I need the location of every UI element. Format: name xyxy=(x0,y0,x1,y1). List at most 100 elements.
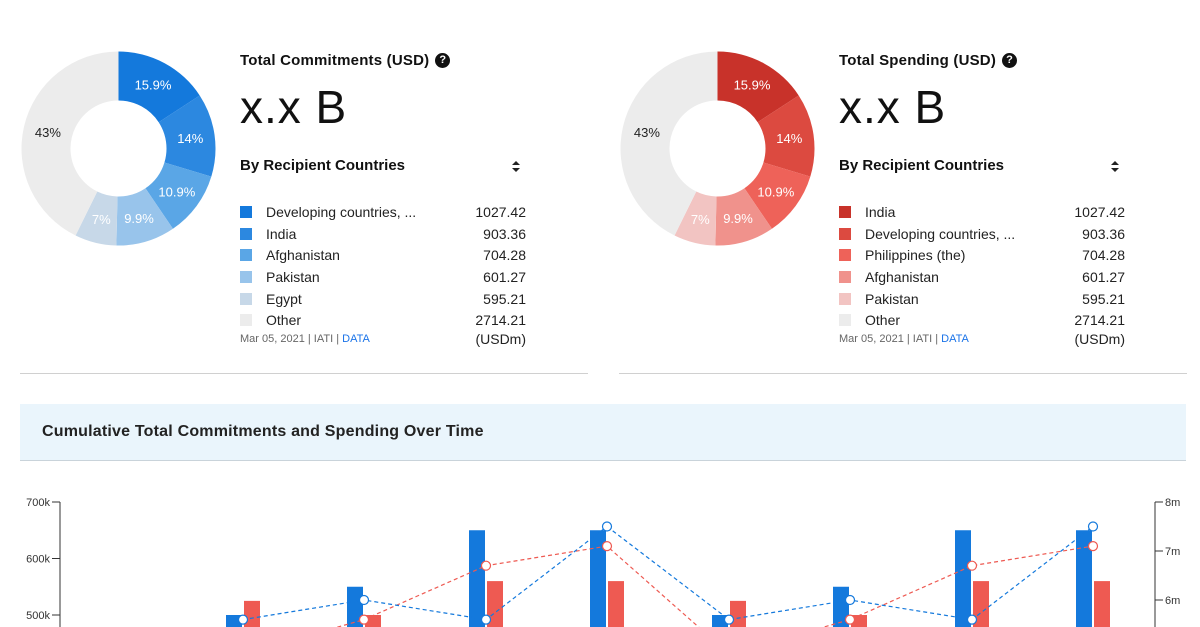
line-point[interactable] xyxy=(601,521,613,532)
left-axis-tick-label: 700k xyxy=(26,497,50,509)
commitments-donut-chart[interactable]: 15.9% 14% 10.9% 9.9% 7% 43% xyxy=(20,50,217,247)
spending-panel: 15.9% 14% 10.9% 9.9% 7% 43% Total Spending (U… xyxy=(619,0,1187,374)
legend-value: 903.36 xyxy=(483,225,526,242)
commitments-bar[interactable] xyxy=(955,530,971,627)
timeline-chart: 500k 600k 700k 6m 7m 8m xyxy=(26,497,1180,627)
legend-item[interactable]: Pakistan 595.21 xyxy=(839,288,1125,310)
source-text: Mar 05, 2021 | IATI | xyxy=(839,333,942,345)
data-link[interactable]: DATA xyxy=(941,333,969,345)
donut-slice-label: 14% xyxy=(776,131,802,146)
commitments-title: Total Commitments (USD) ? xyxy=(240,52,451,69)
legend-country-name: Afghanistan xyxy=(266,247,340,264)
legend-swatch xyxy=(240,205,252,218)
legend-swatch xyxy=(240,249,252,262)
commitments-units: (USDm) xyxy=(475,331,526,347)
legend-swatch xyxy=(839,314,851,327)
legend-value: 595.21 xyxy=(1082,290,1125,307)
legend-item[interactable]: Developing countries, ... 1027.42 xyxy=(240,201,526,223)
line-point[interactable] xyxy=(480,560,492,571)
left-axis-tick-label: 600k xyxy=(26,554,50,566)
commitments-source: Mar 05, 2021 | IATI | DATA xyxy=(240,333,370,345)
donut-slice-label: 9.9% xyxy=(723,211,753,226)
donut-slice-label: 9.9% xyxy=(124,211,154,226)
legend-item[interactable]: India 1027.42 xyxy=(839,201,1125,223)
legend-swatch xyxy=(240,292,252,305)
legend-item[interactable]: Other 2714.21 xyxy=(240,309,526,331)
sort-icon[interactable] xyxy=(510,158,522,174)
left-axis-tick-label: 500k xyxy=(26,610,50,622)
commitments-bar[interactable] xyxy=(469,530,485,627)
donut-slice-label: 14% xyxy=(177,131,203,146)
question-icon[interactable]: ? xyxy=(1002,53,1018,68)
legend-item[interactable]: Afghanistan 601.27 xyxy=(839,266,1125,288)
commitments-title-text: Total Commitments (USD) xyxy=(240,52,430,69)
line-point[interactable] xyxy=(601,540,613,552)
legend-value: 704.28 xyxy=(1082,247,1125,264)
commitments-legend: Developing countries, ... 1027.42 India 903… xyxy=(240,201,526,331)
line-point[interactable] xyxy=(1087,521,1099,532)
spending-legend: India 1027.42 Developing countries, ... 903… xyxy=(839,201,1125,331)
legend-country-name: Other xyxy=(865,312,901,329)
legend-value: 1027.42 xyxy=(475,203,526,220)
donut-slice-label: 7% xyxy=(92,212,111,227)
legend-country-name: Developing countries, ... xyxy=(266,203,417,220)
legend-item[interactable]: Egypt 595.21 xyxy=(240,288,526,310)
line-point[interactable] xyxy=(966,614,978,625)
donut-slice-label: 10.9% xyxy=(757,184,794,199)
line-point[interactable] xyxy=(723,614,735,625)
legend-swatch xyxy=(839,227,851,240)
legend-item[interactable]: Developing countries, ... 903.36 xyxy=(839,223,1125,245)
legend-item[interactable]: Pakistan 601.27 xyxy=(240,266,526,288)
question-icon[interactable]: ? xyxy=(435,53,451,68)
legend-item[interactable]: India 903.36 xyxy=(240,223,526,245)
legend-swatch xyxy=(839,270,851,283)
legend-country-name: Developing countries, ... xyxy=(865,225,1016,242)
divider xyxy=(619,373,1187,374)
donut-slice-label: 15.9% xyxy=(734,78,771,93)
line-point[interactable] xyxy=(358,614,370,625)
spending-donut-chart[interactable]: 15.9% 14% 10.9% 9.9% 7% 43% xyxy=(619,50,816,247)
commitments-group-label[interactable]: By Recipient Countries xyxy=(240,157,405,174)
legend-country-name: Afghanistan xyxy=(865,268,939,285)
sort-icon[interactable] xyxy=(1109,158,1121,174)
line-point[interactable] xyxy=(237,614,249,625)
line-point[interactable] xyxy=(1087,540,1099,552)
right-axis-tick-label: 8m xyxy=(1165,497,1180,509)
legend-value: 595.21 xyxy=(483,290,526,307)
legend-swatch xyxy=(839,205,851,218)
commitments-panel: 15.9% 14% 10.9% 9.9% 7% 43% Total Commitments… xyxy=(20,0,588,374)
divider xyxy=(20,373,588,374)
spending-bar[interactable] xyxy=(1094,581,1110,627)
spending-title-text: Total Spending (USD) xyxy=(839,52,997,69)
spending-total-value: x.x B xyxy=(839,81,947,133)
spending-group-label[interactable]: By Recipient Countries xyxy=(839,157,1004,174)
legend-country-name: India xyxy=(266,225,297,242)
spending-units: (USDm) xyxy=(1074,331,1125,347)
line-point[interactable] xyxy=(966,560,978,571)
legend-value: 601.27 xyxy=(1082,268,1125,285)
legend-swatch xyxy=(240,227,252,240)
spending-title: Total Spending (USD) ? xyxy=(839,52,1018,69)
legend-value: 2714.21 xyxy=(1074,312,1125,329)
legend-value: 704.28 xyxy=(483,247,526,264)
line-point[interactable] xyxy=(844,594,856,606)
legend-country-name: Other xyxy=(266,312,302,329)
spending-bar[interactable] xyxy=(608,581,624,627)
legend-item[interactable]: Afghanistan 704.28 xyxy=(240,244,526,266)
legend-country-name: Philippines (the) xyxy=(865,247,966,264)
legend-swatch xyxy=(240,270,252,283)
timeline-title: Cumulative Total Commitments and Spendin… xyxy=(42,423,484,440)
legend-swatch xyxy=(240,314,252,327)
line-point[interactable] xyxy=(844,614,856,625)
legend-item[interactable]: Philippines (the) 704.28 xyxy=(839,244,1125,266)
legend-country-name: Egypt xyxy=(266,290,302,307)
data-link[interactable]: DATA xyxy=(342,333,370,345)
timeline-header: Cumulative Total Commitments and Spendin… xyxy=(20,404,1186,461)
legend-country-name: India xyxy=(865,203,896,220)
legend-item[interactable]: Other 2714.21 xyxy=(839,309,1125,331)
line-point[interactable] xyxy=(358,594,370,606)
donut-slice-label: 43% xyxy=(35,125,61,140)
line-point[interactable] xyxy=(480,614,492,625)
right-axis-tick-label: 6m xyxy=(1165,595,1180,607)
legend-country-name: Pakistan xyxy=(865,290,919,307)
